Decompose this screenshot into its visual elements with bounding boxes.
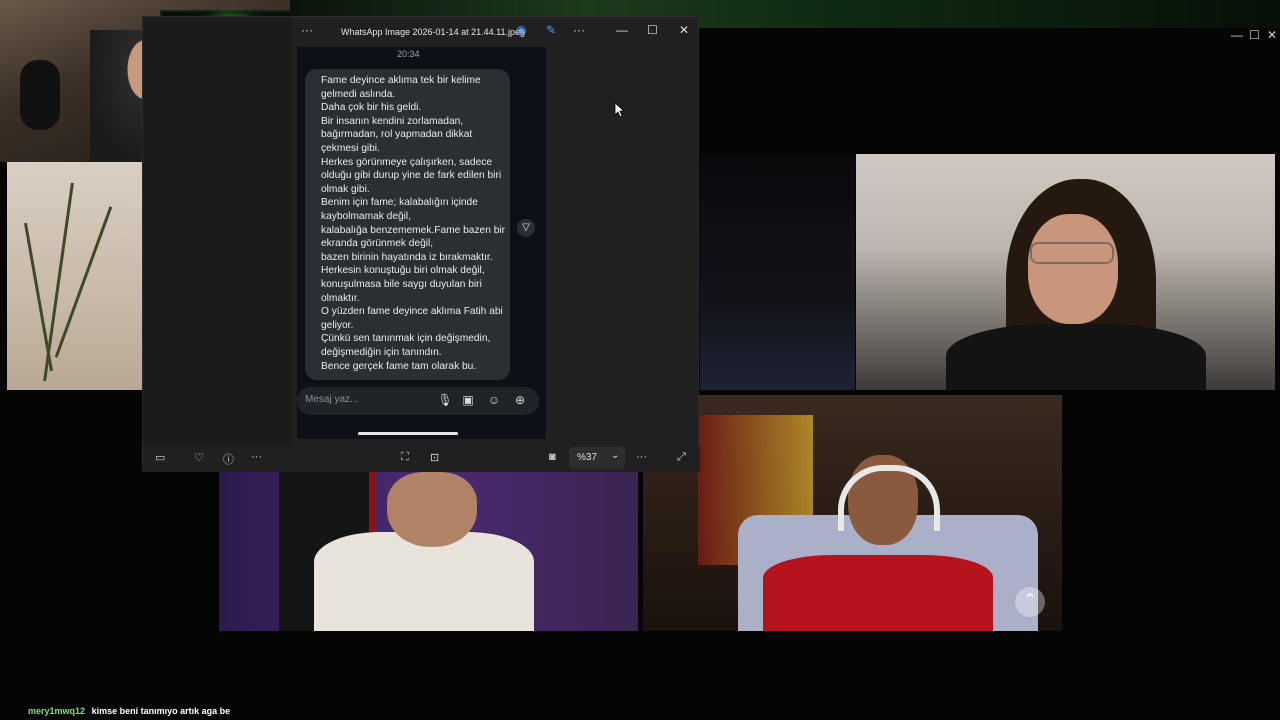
viewer-left-pane <box>143 17 291 449</box>
scroll-up-overlay-icon[interactable]: ⌃ <box>1015 587 1045 617</box>
view-icon[interactable]: ◙ <box>549 451 556 463</box>
message-line: Herkesin konuştuğu biri olmak değil, <box>321 265 485 277</box>
outer-maximize-button[interactable]: ☐ <box>1249 28 1260 42</box>
message-line: Çünkü sen tanınmak için değişmedin, <box>321 333 491 345</box>
viewer-bottom-toolbar: ▭ ♡ ⓘ ··· ⛶ ⊡ ◙ %37 ⌄ ··· ⤢ <box>143 446 700 472</box>
sticker-icon[interactable]: ☺ <box>486 392 502 408</box>
participant-shirt <box>314 532 534 631</box>
participant-video-woman <box>856 154 1275 390</box>
message-line: O yüzden fame deyince aklıma Fatih abi <box>321 306 503 318</box>
photo-viewer-window: ··· WhatsApp Image 2026-01-14 at 21.44.1… <box>142 16 700 472</box>
viewer-minimize-button[interactable]: — <box>616 23 628 37</box>
crop-icon[interactable]: ⛶ <box>401 451 409 464</box>
outer-minimize-button[interactable]: — <box>1231 28 1243 42</box>
participant-video-center <box>700 154 855 390</box>
message-line: Daha çok bir his geldi. <box>321 102 422 114</box>
chat-username: mery1mwq12 <box>28 706 86 716</box>
participant-shirt <box>763 555 993 631</box>
forward-icon[interactable]: ▽ <box>517 219 535 237</box>
viewer-more-button[interactable]: ··· <box>301 23 313 37</box>
message-input-placeholder: Mesaj yaz... <box>305 394 359 405</box>
viewer-file-title: WhatsApp Image 2026-01-14 at 21.44.11.jp… <box>341 27 525 37</box>
message-line: olmak gibi. <box>321 183 370 195</box>
message-line: değişmediğin için tanındın. <box>321 347 442 358</box>
viewer-close-button[interactable]: ✕ <box>679 23 689 37</box>
viewer-maximize-button[interactable]: ☐ <box>647 23 658 37</box>
message-line: bağırmadan, rol yapmadan dikkat <box>321 129 473 141</box>
headphones-shape <box>838 465 940 531</box>
message-line: olduğu gibi durup yine de fark edilen bi… <box>321 170 502 182</box>
participant-glasses <box>1030 242 1114 264</box>
message-input[interactable]: Mesaj yaz... 🎙 ▣ ☺ ⊕ <box>297 387 539 415</box>
message-line: Herkes görünmeye çalışırken, sadece <box>321 156 493 168</box>
toolbar-more-icon[interactable]: ··· <box>636 451 647 463</box>
message-line: Fame deyince aklıma tek bir kelime <box>321 75 481 86</box>
message-line: çekmesi gibi. <box>321 143 380 154</box>
message-line: geliyor. <box>321 319 354 331</box>
more-options-icon[interactable]: ··· <box>251 451 262 463</box>
microphone-icon[interactable]: 🎙 <box>437 392 453 408</box>
message-line: konuşulmasa bile saygı duyulan biri <box>321 279 482 290</box>
mouse-cursor-icon <box>614 102 624 118</box>
message-line: Benim için fame; kalabalığın içinde <box>321 197 478 209</box>
message-bubble: Fame deyince aklıma tek bir kelime gelme… <box>305 69 510 380</box>
expand-icon[interactable]: ⤢ <box>677 451 686 464</box>
message-line: Bir insanın kendini zorlamadan, <box>321 115 464 127</box>
participant-video-bottom-left <box>219 472 638 631</box>
plant-stem <box>23 222 54 372</box>
message-line: Bence gerçek fame tam olarak bu. <box>321 360 477 372</box>
outer-close-button[interactable]: ✕ <box>1267 28 1277 42</box>
info-icon[interactable]: ⓘ <box>223 451 234 467</box>
chevron-down-icon: ⌄ <box>611 450 620 461</box>
message-line: kaybolmamak değil, <box>321 211 412 222</box>
message-line: bazen birinin hayatında iz bırakmaktır. <box>321 251 493 263</box>
edit-icon[interactable]: ✎ <box>546 23 556 37</box>
add-icon[interactable]: ⊕ <box>512 392 528 408</box>
copilot-icon[interactable]: ◉ <box>516 23 526 37</box>
message-line: kalabalığa benzememek.Fame bazen bir <box>321 224 506 236</box>
favorite-icon[interactable]: ♡ <box>194 451 204 464</box>
chat-text: kimse beni tanımıyo artık aga be <box>91 706 231 716</box>
select-text-icon[interactable]: ⊡ <box>430 451 439 464</box>
participant-head <box>387 472 477 547</box>
microphone-shape <box>20 60 60 130</box>
message-timestamp: 20:34 <box>397 49 420 59</box>
participant-video-bottom-right: ⌃ <box>643 395 1062 631</box>
whatsapp-screenshot: 20:34 Fame deyince aklıma tek bir kelime… <box>297 47 546 439</box>
stream-chat-message: mery1mwq12 kimse beni tanımıyo artık aga… <box>28 706 230 716</box>
home-indicator <box>358 432 458 435</box>
message-line: gelmedi aslında. <box>321 88 396 100</box>
message-line: ekranda görünmek değil, <box>321 238 434 250</box>
participant-video-left <box>7 162 142 390</box>
viewer-titlebar: ··· WhatsApp Image 2026-01-14 at 21.44.1… <box>291 17 700 49</box>
image-icon[interactable]: ▣ <box>460 392 476 408</box>
message-line: olmaktır. <box>321 292 360 304</box>
zoom-dropdown[interactable]: %37 ⌄ <box>569 447 625 469</box>
participant-face <box>1028 214 1118 324</box>
titlebar-more-button[interactable]: ··· <box>573 23 585 37</box>
filmstrip-icon[interactable]: ▭ <box>155 451 165 464</box>
participant-body <box>946 324 1206 390</box>
zoom-value: %37 <box>577 452 598 463</box>
